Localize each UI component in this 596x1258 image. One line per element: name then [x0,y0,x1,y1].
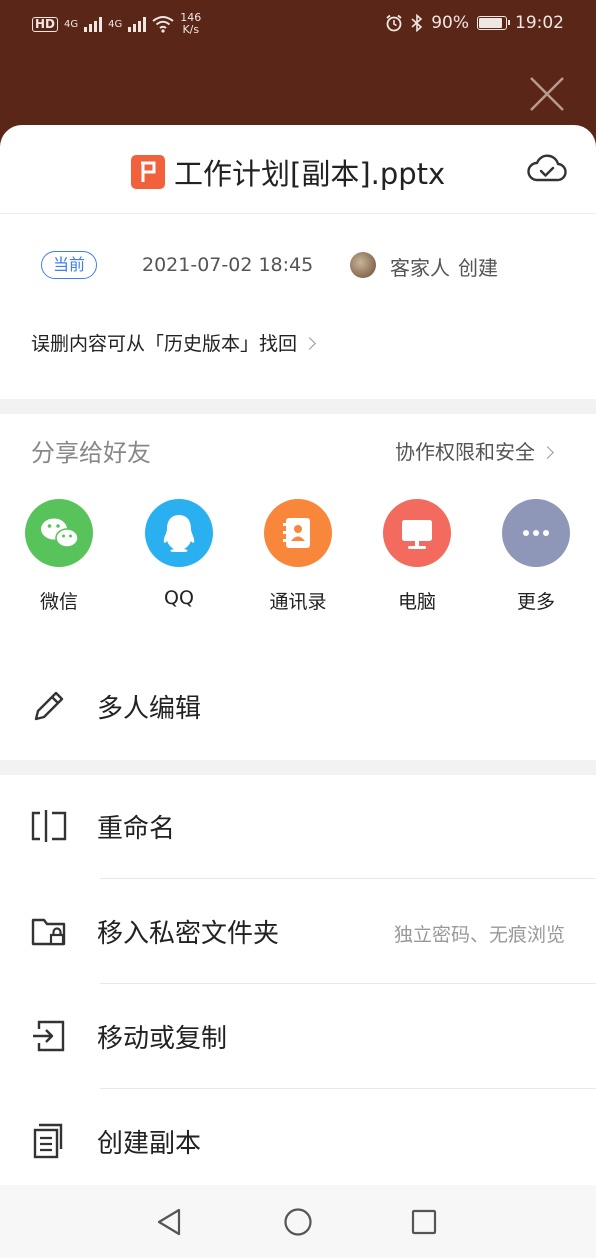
chevron-right-icon [303,337,316,350]
ppt-letter-icon [141,161,156,182]
current-version-badge: 当前 [41,251,97,279]
history-hint-text: 误删内容可从「历史版本」找回 [31,333,298,355]
creator-info: 客家人 创建 [390,252,498,281]
wechat-icon [25,499,93,567]
contacts-icon [264,499,332,567]
chevron-right-icon [541,446,554,459]
share-section-title: 分享给好友 [31,439,151,467]
share-more[interactable]: 更多 [481,499,591,614]
system-nav-bar [0,1185,596,1258]
share-contacts[interactable]: 通讯录 [243,499,353,614]
close-icon[interactable] [527,74,567,114]
recents-icon[interactable] [407,1205,441,1239]
creator-name: 客家人 [390,256,450,280]
version-date: 2021-07-02 18:45 [142,254,314,276]
share-computer[interactable]: 电脑 [362,499,472,614]
share-label: 电脑 [397,591,436,613]
pencil-icon [34,691,64,721]
private-folder-row[interactable]: 移入私密文件夹 独立密码、无痕浏览 [0,880,596,985]
file-options-sheet: 工作计划[副本].pptx 当前 2021-07-02 18:45 客家人 创建 … [0,125,596,1185]
move-copy-row[interactable]: 移动或复制 [0,985,596,1090]
wifi-icon [152,16,174,33]
creator-action: 创建 [458,256,498,280]
copy-document-icon [33,1123,63,1159]
battery-percent: 90% [431,13,469,33]
rename-row[interactable]: 重命名 [0,775,596,880]
alarm-icon [386,14,402,32]
share-wechat[interactable]: 微信 [4,499,114,614]
section-divider [0,399,596,414]
network-speed: 146 K/s [180,12,201,36]
network-type-1: 4G [64,18,79,30]
private-folder-label: 移入私密文件夹 [97,919,280,949]
share-label: QQ [164,587,194,609]
network-type-2: 4G [108,18,123,30]
signal-icon [84,16,103,32]
pptx-file-icon [131,155,165,189]
share-label: 通讯录 [269,591,327,613]
bluetooth-icon [411,14,423,32]
more-icon [502,499,570,567]
battery-icon [477,16,510,30]
speed-unit: K/s [182,23,200,36]
rename-icon [31,810,67,842]
clock: 19:02 [515,13,564,33]
row-divider [100,1088,596,1089]
permissions-link-text: 协作权限和安全 [395,440,535,464]
avatar [350,252,376,278]
private-folder-hint: 独立密码、无痕浏览 [393,924,565,946]
share-qq[interactable]: QQ [124,499,234,609]
share-targets: 微信 QQ 通讯录 电脑 更多 [0,499,596,619]
home-icon[interactable] [281,1205,315,1239]
hd-indicator: HD [32,16,59,32]
history-version-link[interactable]: 误删内容可从「历史版本」找回 [31,329,316,356]
qq-icon [145,499,213,567]
file-header: 工作计划[副本].pptx [0,125,596,214]
permissions-link[interactable]: 协作权限和安全 [395,436,554,465]
create-copy-row[interactable]: 创建副本 [0,1090,596,1185]
signal-icon-2 [128,16,147,32]
row-divider [100,983,596,984]
multi-edit-row[interactable]: 多人编辑 [0,655,596,760]
computer-icon [383,499,451,567]
move-in-icon [33,1020,65,1052]
multi-edit-label: 多人编辑 [97,694,202,724]
back-icon[interactable] [153,1205,187,1239]
row-divider [100,878,596,879]
section-divider [0,760,596,775]
create-copy-label: 创建副本 [97,1129,202,1159]
cloud-synced-icon[interactable] [526,151,568,187]
status-bar: HD 4G 4G 146 K/s 90% 19:02 [0,0,596,52]
version-info: 当前 2021-07-02 18:45 客家人 创建 [0,213,596,309]
private-folder-icon [31,918,66,946]
share-label: 更多 [516,591,555,613]
move-copy-label: 移动或复制 [97,1024,228,1054]
file-title: 工作计划[副本].pptx [174,157,446,191]
rename-label: 重命名 [97,814,176,844]
share-label: 微信 [39,591,78,613]
